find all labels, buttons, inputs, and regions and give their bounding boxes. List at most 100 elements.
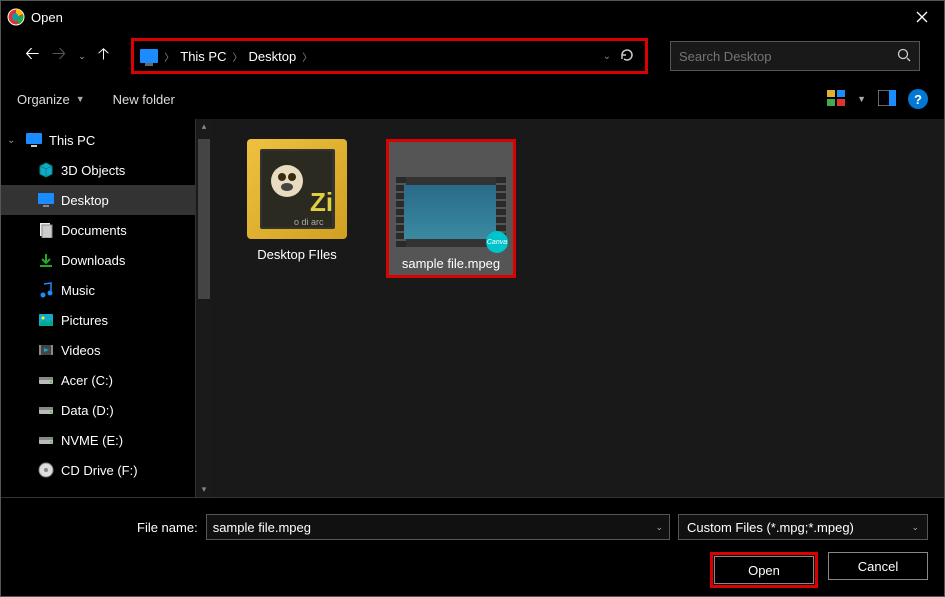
- tree-label: CD Drive (F:): [61, 463, 138, 478]
- file-type-filter[interactable]: Custom Files (*.mpg;*.mpeg) ⌄: [678, 514, 928, 540]
- open-button[interactable]: Open: [714, 556, 814, 584]
- drive-icon: [37, 401, 55, 419]
- drive-icon: [37, 431, 55, 449]
- video-thumbnail: Canva: [395, 176, 507, 248]
- window-title: Open: [31, 10, 63, 25]
- tree-label: Data (D:): [61, 403, 114, 418]
- cancel-button[interactable]: Cancel: [828, 552, 928, 580]
- sidebar: ⌄ This PC 3D Objects Desktop: [1, 119, 196, 497]
- forward-button[interactable]: 🡢: [52, 41, 67, 71]
- tree-item-3d-objects[interactable]: 3D Objects: [1, 155, 195, 185]
- tree-item-videos[interactable]: Videos: [1, 335, 195, 365]
- chevron-down-icon[interactable]: ⌄: [7, 135, 19, 146]
- refresh-button[interactable]: [619, 47, 635, 66]
- tree-item-drive-d[interactable]: Data (D:): [1, 395, 195, 425]
- titlebar-left: Open: [7, 8, 63, 26]
- tree-label: This PC: [49, 133, 95, 148]
- tree-label: Videos: [61, 343, 101, 358]
- this-pc-icon: [140, 49, 158, 63]
- tree-label: Documents: [61, 223, 127, 238]
- caret-down-icon: ▼: [76, 94, 85, 104]
- tree-item-desktop[interactable]: Desktop: [1, 185, 195, 215]
- cancel-label: Cancel: [858, 559, 898, 574]
- tree-item-drive-c[interactable]: Acer (C:): [1, 365, 195, 395]
- up-button[interactable]: 🡡: [98, 43, 110, 70]
- file-label: sample file.mpeg: [402, 256, 500, 271]
- cd-icon: [37, 461, 55, 479]
- tree-item-music[interactable]: Music: [1, 275, 195, 305]
- svg-text:Zi: Zi: [310, 187, 332, 217]
- close-button[interactable]: [899, 1, 944, 33]
- filename-value: sample file.mpeg: [213, 520, 311, 535]
- chevron-right-icon: 〉: [164, 49, 174, 64]
- app-icon: [7, 8, 25, 26]
- navbar: 🡠 🡢 ⌄ 🡡 〉 This PC 〉 Desktop 〉 ⌄: [1, 33, 944, 79]
- new-folder-label: New folder: [113, 92, 175, 107]
- toolbar-right: ▼ ?: [827, 89, 928, 109]
- tree-label: 3D Objects: [61, 163, 125, 178]
- music-icon: [37, 281, 55, 299]
- caret-down-icon[interactable]: ▼: [857, 94, 866, 104]
- search-box[interactable]: [670, 41, 920, 71]
- desktop-icon: [37, 191, 55, 209]
- tree: ⌄ This PC 3D Objects Desktop: [1, 119, 195, 497]
- documents-icon: [37, 221, 55, 239]
- file-item-folder[interactable]: Zio di arc Desktop FIles: [232, 139, 362, 262]
- toolbar: Organize ▼ New folder ▼ ?: [1, 79, 944, 119]
- address-bar-highlight: 〉 This PC 〉 Desktop 〉 ⌄: [131, 38, 648, 74]
- file-item-video-selected[interactable]: Canva sample file.mpeg: [386, 139, 516, 278]
- tree-item-cd-drive[interactable]: CD Drive (F:): [1, 455, 195, 485]
- sidebar-scrollbar[interactable]: ▴ ▾: [196, 119, 212, 497]
- tree-label: Desktop: [61, 193, 109, 208]
- titlebar: Open: [1, 1, 944, 33]
- organize-menu[interactable]: Organize ▼: [17, 92, 85, 107]
- file-label: Desktop FIles: [257, 247, 336, 262]
- canva-badge-icon: Canva: [486, 231, 508, 253]
- main-area: ⌄ This PC 3D Objects Desktop: [1, 119, 944, 497]
- help-button[interactable]: ?: [908, 89, 928, 109]
- downloads-icon: [37, 251, 55, 269]
- back-button[interactable]: 🡠: [25, 41, 40, 71]
- caret-down-icon[interactable]: ⌄: [911, 522, 919, 533]
- file-list-content[interactable]: Zio di arc Desktop FIles Canva sample fi…: [212, 119, 944, 497]
- toolbar-left: Organize ▼ New folder: [17, 92, 175, 107]
- chevron-right-icon: 〉: [302, 49, 312, 64]
- tree-label: Downloads: [61, 253, 125, 268]
- breadcrumb[interactable]: Desktop: [248, 49, 296, 64]
- tree-item-drive-e[interactable]: NVME (E:): [1, 425, 195, 455]
- history-dropdown[interactable]: ⌄: [78, 51, 86, 62]
- filename-label: File name:: [137, 520, 198, 535]
- scroll-up-icon[interactable]: ▴: [196, 121, 212, 132]
- breadcrumb[interactable]: This PC: [180, 49, 226, 64]
- organize-label: Organize: [17, 92, 70, 107]
- tree-label: Acer (C:): [61, 373, 113, 388]
- filename-row: File name: sample file.mpeg ⌄ Custom Fil…: [17, 514, 928, 540]
- open-label: Open: [748, 563, 780, 578]
- this-pc-icon: [25, 131, 43, 149]
- tree-label: Music: [61, 283, 95, 298]
- tree-item-documents[interactable]: Documents: [1, 215, 195, 245]
- drive-icon: [37, 371, 55, 389]
- new-folder-button[interactable]: New folder: [113, 92, 175, 107]
- scroll-thumb[interactable]: [198, 139, 210, 299]
- tree-item-downloads[interactable]: Downloads: [1, 245, 195, 275]
- pictures-icon: [37, 311, 55, 329]
- preview-pane-button[interactable]: [878, 90, 896, 109]
- cube-icon: [37, 161, 55, 179]
- sidebar-container: ⌄ This PC 3D Objects Desktop: [1, 119, 212, 497]
- video-preview: [404, 185, 498, 239]
- address-bar[interactable]: 〉 This PC 〉 Desktop 〉: [140, 49, 602, 64]
- filename-input[interactable]: sample file.mpeg ⌄: [206, 514, 670, 540]
- folder-icon: Zio di arc: [247, 139, 347, 239]
- scroll-down-icon[interactable]: ▾: [196, 484, 212, 495]
- tree-item-pictures[interactable]: Pictures: [1, 305, 195, 335]
- search-input[interactable]: [679, 49, 879, 64]
- caret-down-icon[interactable]: ⌄: [655, 522, 663, 533]
- tree-root-this-pc[interactable]: ⌄ This PC: [1, 125, 195, 155]
- chevron-right-icon: 〉: [232, 49, 242, 64]
- search-icon[interactable]: [897, 48, 911, 65]
- address-dropdown[interactable]: ⌄: [603, 51, 611, 62]
- open-dialog-window: Open 🡠 🡢 ⌄ 🡡 〉 This PC 〉 Desktop 〉 ⌄: [0, 0, 945, 597]
- open-button-highlight: Open: [710, 552, 818, 588]
- view-options-button[interactable]: [827, 90, 845, 109]
